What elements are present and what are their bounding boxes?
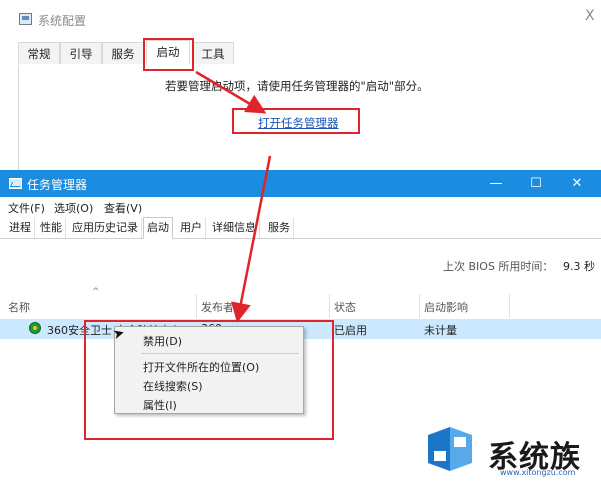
watermark-url: www.xitongzu.com — [500, 468, 576, 477]
arrow-to-entry — [231, 155, 272, 323]
xitongzu-logo-icon — [428, 427, 472, 471]
annotation-arrows — [195, 70, 272, 323]
arrow-to-link — [195, 70, 267, 114]
